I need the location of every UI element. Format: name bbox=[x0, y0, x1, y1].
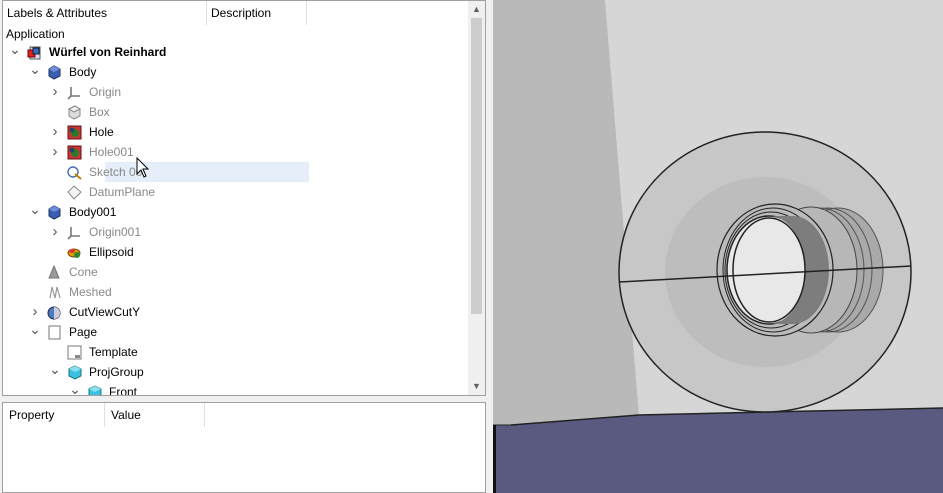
hole-icon bbox=[67, 145, 82, 160]
chevron-down-icon[interactable]: ⌄ bbox=[29, 202, 41, 222]
scroll-down-icon[interactable]: ▼ bbox=[468, 378, 485, 395]
tree-item[interactable]: Template bbox=[3, 342, 469, 362]
3d-view[interactable] bbox=[493, 0, 943, 493]
property-header: Property Value bbox=[3, 403, 485, 427]
tree-item-label: CutViewCutY bbox=[69, 305, 141, 319]
body-icon bbox=[47, 65, 62, 80]
tree-item[interactable]: › Hole001 bbox=[3, 142, 469, 162]
tree-item[interactable]: Cone bbox=[3, 262, 469, 282]
scroll-thumb[interactable] bbox=[471, 18, 482, 314]
tree-item-label: Box bbox=[89, 105, 110, 119]
ellipsoid-icon bbox=[67, 245, 82, 260]
projgroup-icon bbox=[87, 385, 102, 395]
tree-item-label: DatumPlane bbox=[89, 185, 156, 199]
scroll-up-icon[interactable]: ▲ bbox=[468, 1, 485, 18]
tree-item-label: ProjGroup bbox=[89, 365, 144, 379]
tree-item[interactable]: ⌄ Front bbox=[3, 382, 469, 396]
origin-icon bbox=[67, 225, 82, 240]
tree-item-label: Body001 bbox=[69, 205, 117, 219]
tree-item[interactable]: Ellipsoid bbox=[3, 242, 469, 262]
tree-item-label: Sketch 00 bbox=[89, 165, 143, 179]
chevron-down-icon[interactable]: ⌄ bbox=[9, 42, 21, 62]
tree-item[interactable]: Sketch 00 bbox=[3, 162, 469, 182]
header-value[interactable]: Value bbox=[105, 403, 205, 427]
mouse-cursor-icon bbox=[136, 157, 150, 178]
tree-item-label: Template bbox=[89, 345, 138, 359]
tree-item-label: Meshed bbox=[69, 285, 112, 299]
chevron-right-icon[interactable]: › bbox=[49, 142, 61, 162]
chevron-right-icon[interactable]: › bbox=[49, 222, 61, 242]
tree-item[interactable]: ⌄ Würfel von Reinhard bbox=[3, 42, 469, 62]
chevron-right-icon[interactable]: › bbox=[49, 82, 61, 102]
chevron-down-icon[interactable]: ⌄ bbox=[29, 62, 41, 82]
box-icon bbox=[67, 105, 82, 120]
property-view[interactable]: Property Value bbox=[2, 402, 486, 493]
mesh-icon bbox=[47, 285, 62, 300]
tree-item-label: Origin001 bbox=[89, 225, 142, 239]
tree-scrollbar[interactable]: ▲ ▼ bbox=[468, 1, 485, 395]
tree-item[interactable]: ⌄ ProjGroup bbox=[3, 362, 469, 382]
body-icon bbox=[47, 205, 62, 220]
tree-item[interactable]: Meshed bbox=[3, 282, 469, 302]
tree-item-label: Body bbox=[69, 65, 97, 79]
chevron-down-icon[interactable]: ⌄ bbox=[49, 362, 61, 382]
document-icon bbox=[27, 45, 42, 60]
tree-item[interactable]: › Hole bbox=[3, 122, 469, 142]
tree-item[interactable]: ⌄ Page bbox=[3, 322, 469, 342]
tree-item[interactable]: › CutViewCutY bbox=[3, 302, 469, 322]
tree-item[interactable]: › Origin bbox=[3, 82, 469, 102]
chevron-right-icon[interactable]: › bbox=[29, 302, 41, 322]
tree-item-label: Front bbox=[109, 385, 138, 396]
chevron-down-icon[interactable]: ⌄ bbox=[29, 322, 41, 342]
cone-icon bbox=[47, 264, 62, 280]
tree-item-label: Cone bbox=[69, 265, 98, 279]
chevron-right-icon[interactable]: › bbox=[49, 122, 61, 142]
tree-item[interactable]: ⌄ Body bbox=[3, 62, 469, 82]
hole-icon bbox=[67, 125, 82, 140]
tree-item[interactable]: ⌄ Body001 bbox=[3, 202, 469, 222]
header-labels-attributes[interactable]: Labels & Attributes bbox=[3, 1, 207, 25]
cutview-icon bbox=[47, 305, 62, 320]
tree-item-label: Page bbox=[69, 325, 98, 339]
tree-item-label: Origin bbox=[89, 85, 122, 99]
tree-item-label: Hole001 bbox=[89, 145, 134, 159]
tree-items: ⌄ Würfel von Reinhard ⌄ Body › Origin Box › Hole… bbox=[3, 42, 469, 396]
tree-item[interactable]: DatumPlane bbox=[3, 182, 469, 202]
tree-item-label: Hole bbox=[89, 125, 114, 139]
tree-item[interactable]: Box bbox=[3, 102, 469, 122]
tree-item-label: Ellipsoid bbox=[89, 245, 134, 259]
3d-scene bbox=[493, 0, 943, 493]
sketch-icon bbox=[67, 165, 82, 180]
header-description[interactable]: Description bbox=[207, 1, 307, 25]
header-property[interactable]: Property bbox=[3, 403, 105, 427]
origin-icon bbox=[67, 85, 82, 100]
chevron-down-icon[interactable]: ⌄ bbox=[69, 382, 81, 395]
projgroup-icon bbox=[67, 365, 82, 380]
datum-plane-icon bbox=[67, 185, 82, 200]
tree-item-label: Würfel von Reinhard bbox=[49, 45, 167, 59]
tree-view[interactable]: Labels & Attributes Description Applicat… bbox=[2, 0, 486, 396]
page-icon bbox=[47, 325, 62, 340]
tree-item[interactable]: › Origin001 bbox=[3, 222, 469, 242]
tree-header: Labels & Attributes Description bbox=[3, 1, 469, 25]
left-panel: Labels & Attributes Description Applicat… bbox=[0, 0, 489, 493]
template-icon bbox=[67, 345, 82, 360]
